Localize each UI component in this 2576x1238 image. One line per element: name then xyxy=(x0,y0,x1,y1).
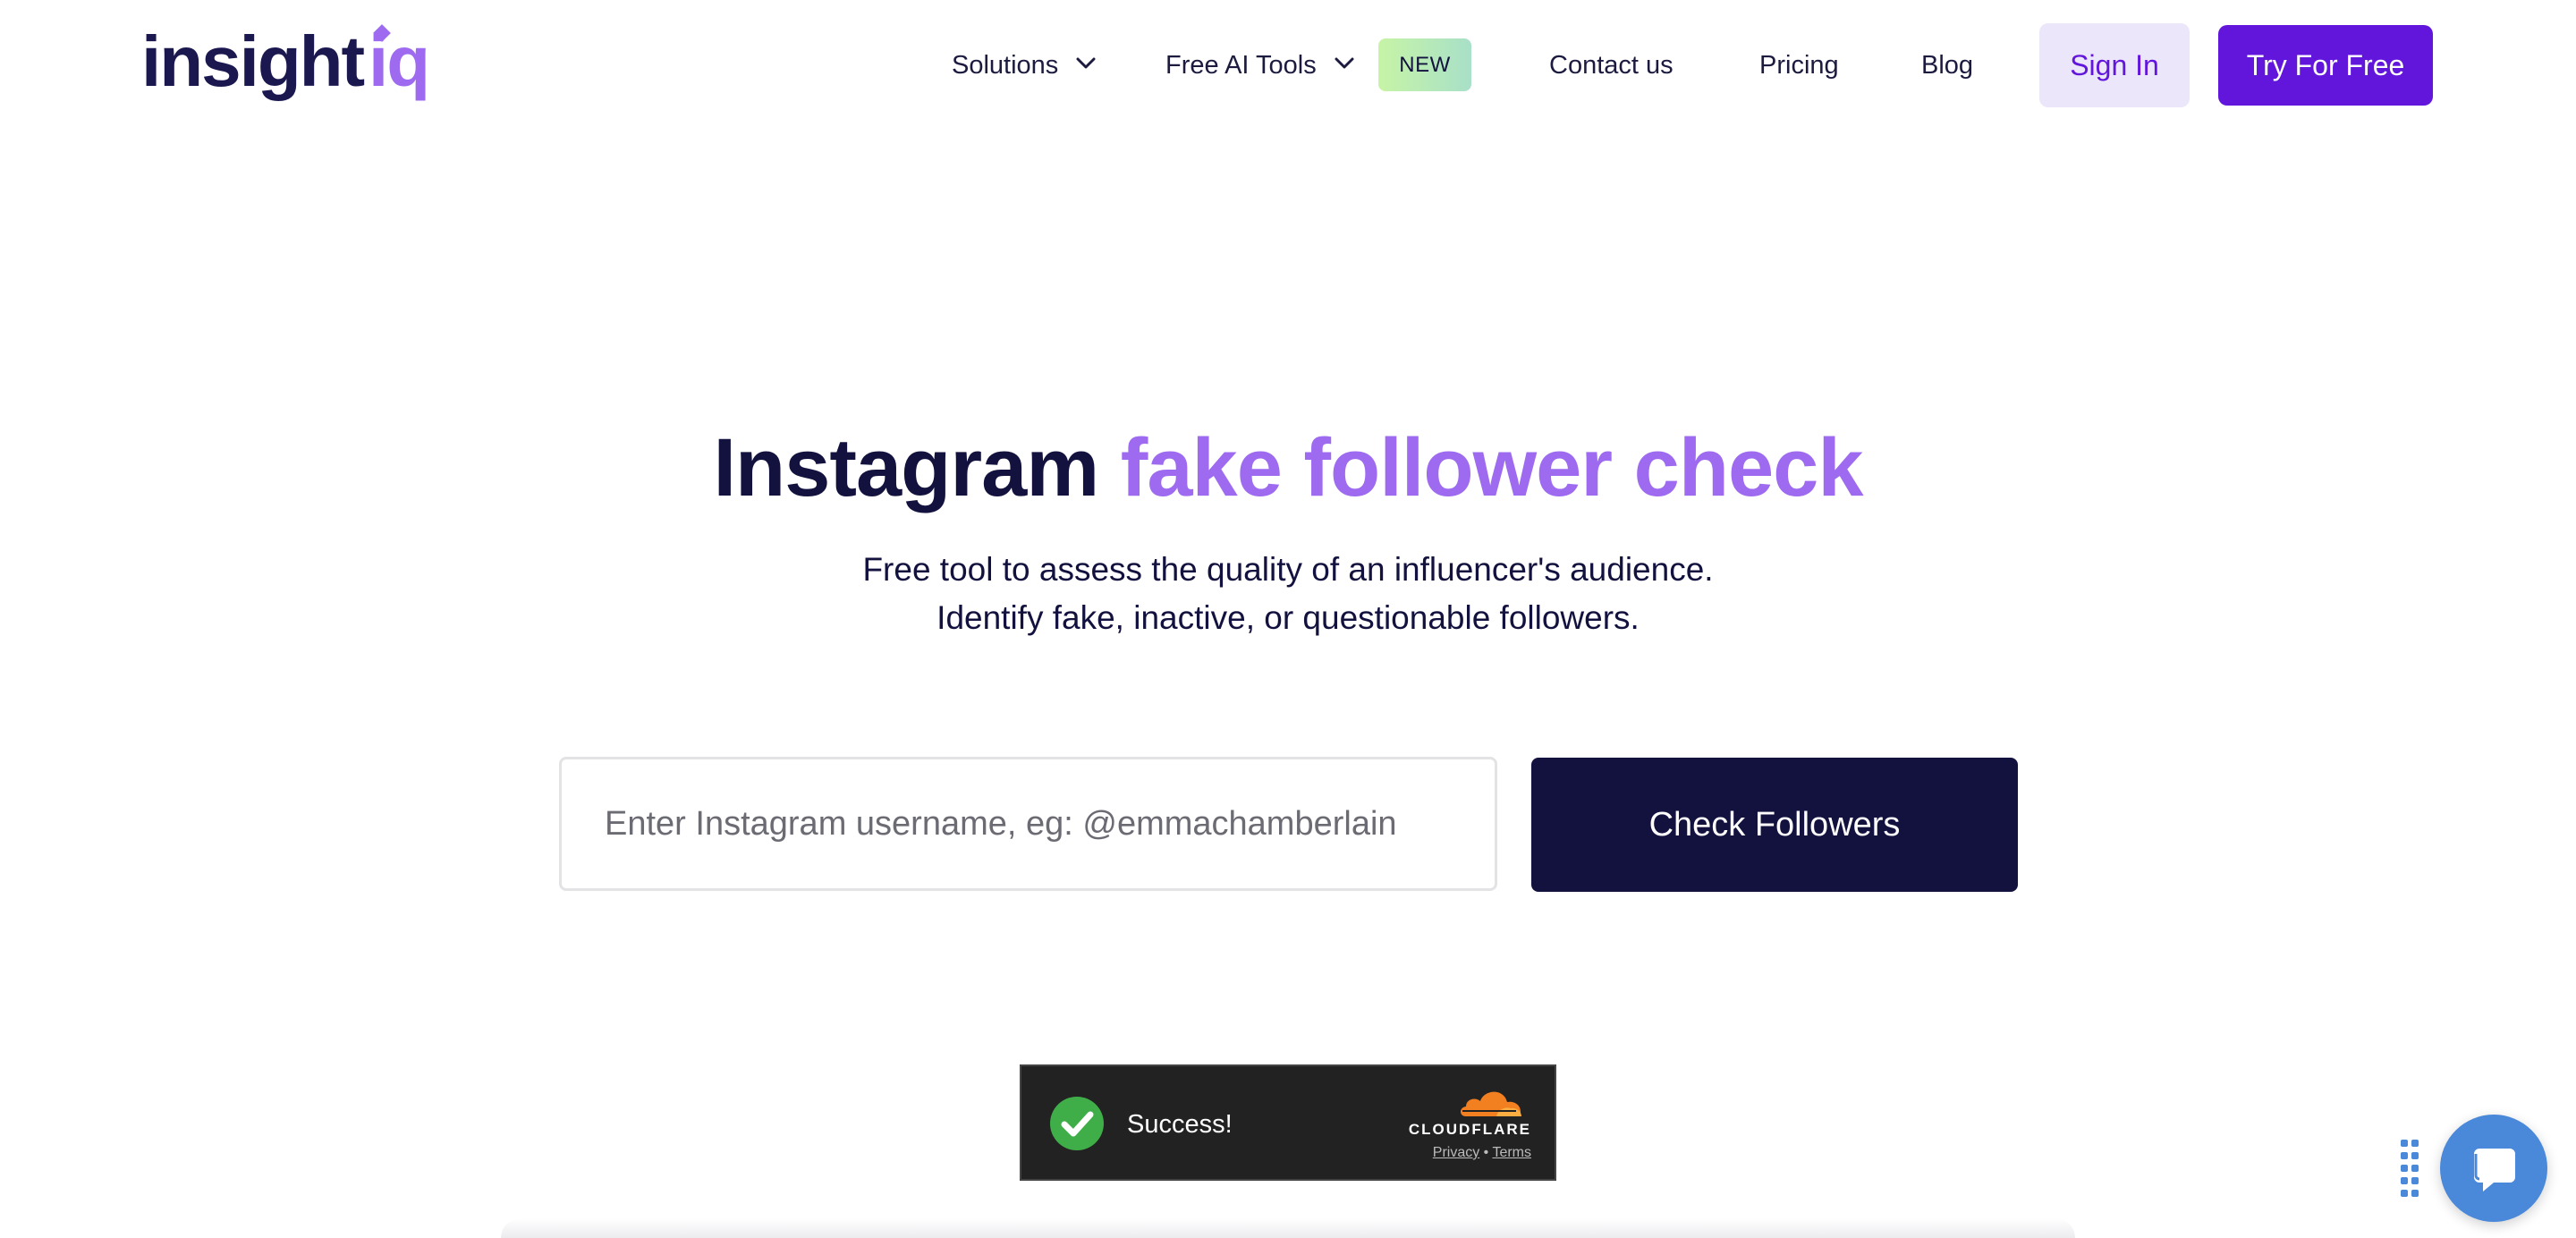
subtitle-line-2: Identify fake, inactive, or questionable… xyxy=(936,599,1640,636)
nav-free-ai-tools-label: Free AI Tools xyxy=(1165,51,1317,80)
check-circle-icon xyxy=(1050,1097,1104,1150)
drag-handle-icon[interactable] xyxy=(2399,1138,2420,1197)
cloudflare-turnstile-widget: Success! CLOUDFLARE Privacy • Terms xyxy=(1020,1064,1556,1181)
chevron-down-icon xyxy=(1335,57,1354,69)
logo-text-main: insight xyxy=(141,21,365,101)
page-title-part1: Instagram xyxy=(713,422,1121,513)
cloudflare-brand-text: CLOUDFLARE xyxy=(1408,1121,1531,1138)
subtitle-line-1: Free tool to assess the quality of an in… xyxy=(862,551,1714,588)
instagram-username-input[interactable] xyxy=(559,757,1497,891)
nav-free-ai-tools-dropdown[interactable]: Free AI Tools xyxy=(1165,45,1354,86)
nav-contact-link[interactable]: Contact us xyxy=(1549,45,1674,86)
page-subtitle: Free tool to assess the quality of an in… xyxy=(0,546,2576,642)
nav-blog-link[interactable]: Blog xyxy=(1921,45,1973,86)
try-for-free-button[interactable]: Try For Free xyxy=(2218,25,2433,106)
cloud-icon xyxy=(1461,1091,1521,1116)
nav-solutions-label: Solutions xyxy=(952,51,1059,80)
page-title: Instagram fake follower check xyxy=(0,419,2576,517)
sign-in-button[interactable]: Sign In xyxy=(2039,23,2190,107)
insightiq-logo[interactable]: insight iq xyxy=(141,20,436,109)
cloudflare-links: Privacy • Terms xyxy=(1379,1143,1531,1163)
link-separator: • xyxy=(1483,1145,1489,1160)
chat-launcher-button[interactable] xyxy=(2440,1115,2547,1222)
check-followers-button[interactable]: Check Followers xyxy=(1531,758,2018,892)
chevron-down-icon xyxy=(1076,57,1096,69)
new-badge: NEW xyxy=(1378,38,1471,91)
page-title-part2: fake follower check xyxy=(1120,422,1864,513)
site-header: insight iq Solutions Free AI Tools NEW C… xyxy=(0,0,2576,131)
nav-pricing-link[interactable]: Pricing xyxy=(1759,45,1839,86)
nav-solutions-dropdown[interactable]: Solutions xyxy=(952,45,1096,86)
bottom-shadow-divider xyxy=(501,1218,2075,1238)
terms-link[interactable]: Terms xyxy=(1492,1145,1531,1160)
chat-bubble-icon xyxy=(2474,1149,2515,1191)
captcha-status-text: Success! xyxy=(1127,1110,1233,1139)
privacy-link[interactable]: Privacy xyxy=(1433,1145,1479,1160)
